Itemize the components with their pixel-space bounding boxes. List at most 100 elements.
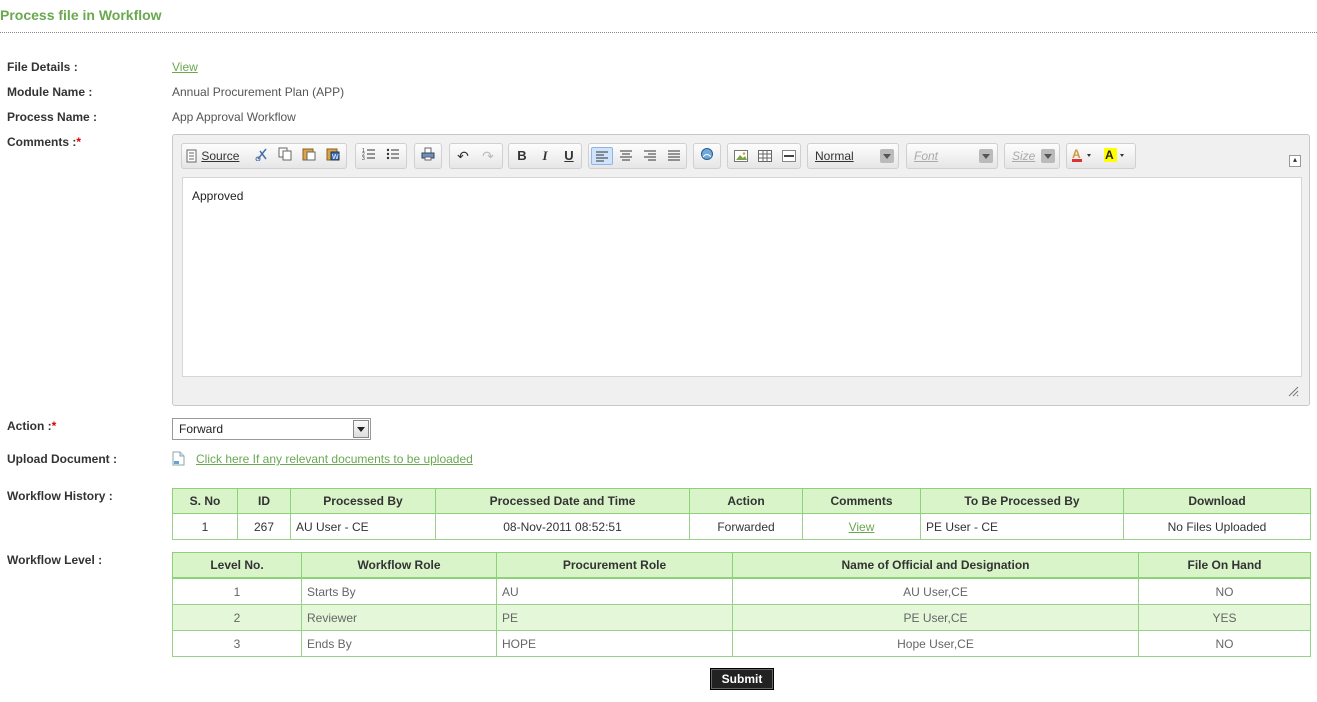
table-row: 3 Ends By HOPE Hope User,CE NO (172, 630, 1311, 657)
background-color-icon: A (1104, 148, 1124, 162)
copy-icon (278, 147, 292, 161)
paste-word-button[interactable]: W (323, 147, 343, 165)
size-placeholder: Size (1012, 149, 1036, 163)
svg-text:W: W (332, 154, 339, 161)
column-header: Workflow Role (301, 552, 497, 579)
copy-button[interactable] (275, 147, 295, 165)
print-group (414, 143, 442, 169)
column-header: ID (237, 488, 291, 514)
process-name-label: Process Name : (7, 110, 98, 124)
source-icon (186, 149, 197, 163)
chevron-down-icon (1041, 149, 1055, 163)
action-value: Forward (179, 422, 224, 436)
datetime-cell: 08-Nov-2011 08:52:51 (435, 513, 690, 540)
svg-text:A: A (1105, 148, 1114, 162)
font-select[interactable]: Font (909, 147, 995, 167)
comments-editor: Source W 123 ↶ ↷ B I U Normal Font Size … (172, 134, 1310, 406)
align-right-icon (644, 150, 656, 161)
processed-by-cell: AU User - CE (290, 513, 436, 540)
page-title: Process file in Workflow (0, 7, 162, 23)
horizontal-rule-button[interactable] (779, 147, 799, 165)
format-group: Normal (807, 143, 899, 169)
column-header: File On Hand (1138, 552, 1311, 579)
file-details-view-link[interactable]: View (172, 60, 198, 74)
file-on-hand-cell: NO (1138, 630, 1311, 657)
size-select[interactable]: Size (1007, 147, 1057, 167)
numbered-list-button[interactable]: 123 (359, 147, 379, 165)
italic-icon: I (542, 148, 548, 163)
chevron-down-icon (880, 149, 894, 163)
alignment-group (588, 143, 687, 169)
workflow-level-label: Workflow Level : (7, 553, 103, 567)
download-cell: No Files Uploaded (1123, 513, 1311, 540)
italic-button[interactable]: I (535, 147, 555, 165)
bold-button[interactable]: B (512, 147, 532, 165)
align-center-button[interactable] (616, 147, 636, 165)
align-left-button[interactable] (591, 147, 613, 165)
svg-text:A: A (1072, 147, 1081, 161)
to-be-processed-by-cell: PE User - CE (920, 513, 1124, 540)
print-button[interactable] (418, 147, 438, 165)
table-row: 1 267 AU User - CE 08-Nov-2011 08:52:51 … (172, 513, 1311, 540)
source-button[interactable]: Source (186, 147, 248, 165)
numbered-list-icon: 123 (362, 148, 375, 162)
print-icon (421, 147, 435, 161)
comments-textarea[interactable]: Approved (182, 177, 1302, 377)
workflow-role-cell: Ends By (301, 630, 497, 657)
official-cell: AU User,CE (732, 577, 1139, 605)
link-button[interactable] (697, 147, 717, 165)
upload-document-label: Upload Document : (7, 452, 117, 466)
table-header-row: Level No. Workflow Role Procurement Role… (172, 552, 1311, 579)
workflow-role-cell: Starts By (301, 577, 497, 605)
align-center-icon (620, 150, 632, 161)
bold-icon: B (517, 148, 527, 163)
align-left-icon (596, 151, 608, 162)
table-icon (758, 150, 772, 162)
text-color-icon: A (1072, 147, 1091, 162)
toolbar-collapse-button[interactable]: ▴ (1289, 155, 1301, 167)
underline-icon: U (564, 148, 574, 163)
bulleted-list-icon (386, 148, 399, 160)
workflow-level-table: Level No. Workflow Role Procurement Role… (172, 552, 1311, 657)
clipboard-group: Source W (181, 143, 347, 169)
document-icon (172, 451, 185, 466)
file-on-hand-cell: NO (1138, 577, 1311, 605)
module-name-label: Module Name : (7, 85, 93, 99)
format-select[interactable]: Normal (810, 147, 896, 167)
underline-button[interactable]: U (559, 147, 579, 165)
link-icon (701, 148, 713, 160)
submit-button[interactable]: Submit (710, 668, 774, 690)
workflow-history-table: S. No ID Processed By Processed Date and… (172, 488, 1311, 540)
align-right-button[interactable] (640, 147, 660, 165)
column-header: Name of Official and Designation (732, 552, 1139, 579)
bulleted-list-button[interactable] (383, 147, 403, 165)
image-icon (734, 150, 748, 162)
text-style-group: B I U (508, 143, 582, 169)
undo-button[interactable]: ↶ (453, 147, 473, 165)
official-cell: Hope User,CE (732, 630, 1139, 657)
table-button[interactable] (755, 147, 775, 165)
action-label: Action :* (7, 419, 57, 433)
chevron-down-icon (979, 149, 993, 163)
redo-button[interactable]: ↷ (478, 147, 498, 165)
cut-button[interactable] (252, 147, 272, 165)
list-group: 123 (355, 143, 407, 169)
size-group: Size (1004, 143, 1060, 169)
procurement-role-cell: AU (496, 577, 733, 605)
justify-button[interactable] (664, 147, 684, 165)
svg-text:3: 3 (362, 156, 365, 161)
comments-view-link[interactable]: View (849, 520, 875, 534)
procurement-role-cell: HOPE (496, 630, 733, 657)
text-color-button[interactable]: A (1070, 147, 1098, 165)
procurement-role-cell: PE (496, 604, 733, 631)
sno-cell: 1 (172, 513, 238, 540)
upload-document-link[interactable]: Click here If any relevant documents to … (196, 452, 473, 466)
action-select[interactable]: Forward (172, 418, 371, 440)
background-color-button[interactable]: A (1103, 147, 1131, 165)
image-button[interactable] (731, 147, 751, 165)
format-value: Normal (815, 149, 854, 163)
module-name-value: Annual Procurement Plan (APP) (172, 85, 345, 99)
resize-handle-icon[interactable] (1287, 385, 1299, 397)
paste-button[interactable] (299, 147, 319, 165)
id-cell: 267 (237, 513, 291, 540)
